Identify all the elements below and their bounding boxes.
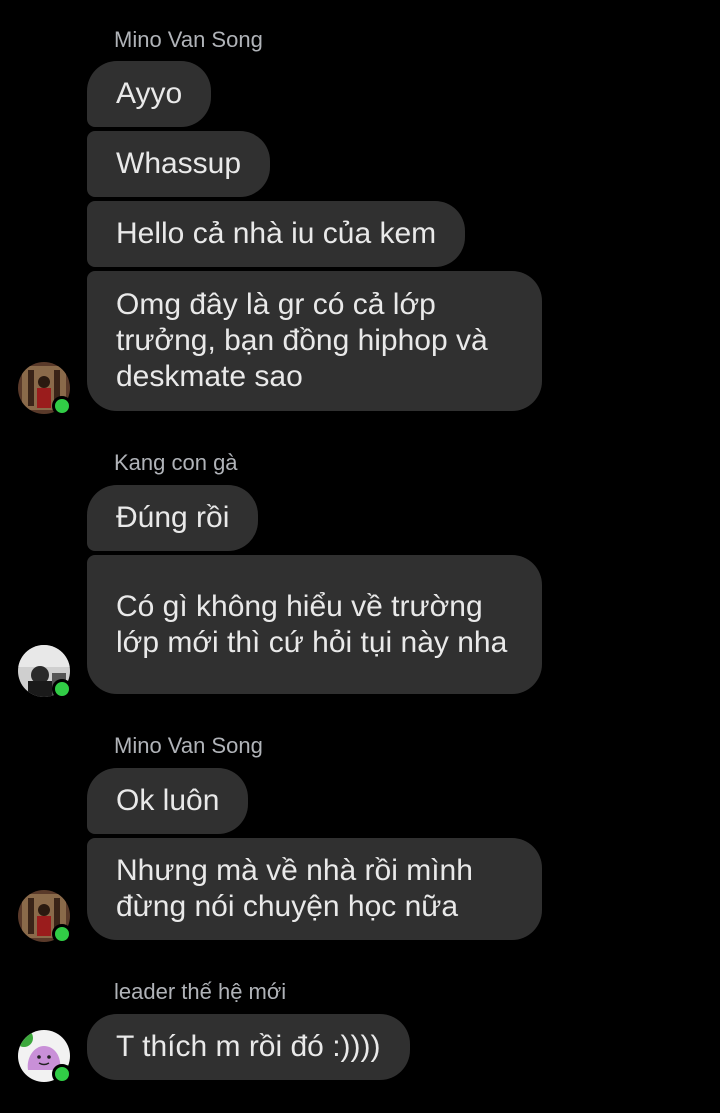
sender-name: Kang con gà: [114, 450, 238, 475]
message-bubble[interactable]: Whassup: [87, 131, 271, 197]
user-avatar[interactable]: [18, 645, 72, 699]
sender-name: Mino Van Song: [114, 27, 263, 52]
message-bubble[interactable]: Nhưng mà về nhà rồi mình đừng nói chuyện…: [87, 838, 542, 940]
message-bubble[interactable]: Đúng rồi: [87, 485, 259, 551]
online-status-icon: [52, 1064, 72, 1084]
message-bubble[interactable]: Omg đây là gr có cả lớp trưởng, bạn đồng…: [87, 271, 542, 411]
sender-name: leader thế hệ mới: [114, 979, 287, 1004]
online-status-icon: [52, 396, 72, 416]
message-bubble[interactable]: Ayyo: [87, 61, 212, 127]
user-avatar[interactable]: [18, 890, 72, 944]
message-bubble[interactable]: Hello cả nhà iu của kem: [87, 201, 466, 267]
message-bubble[interactable]: Ok luôn: [87, 768, 249, 834]
user-avatar[interactable]: [18, 1030, 72, 1084]
user-avatar[interactable]: [18, 362, 72, 416]
sender-name: Mino Van Song: [114, 733, 263, 758]
message-bubble[interactable]: Có gì không hiểu về trường lớp mới thì c…: [87, 555, 542, 694]
message-bubble[interactable]: T thích m rồi đó :)))): [87, 1014, 410, 1080]
online-status-icon: [52, 679, 72, 699]
online-status-icon: [52, 924, 72, 944]
